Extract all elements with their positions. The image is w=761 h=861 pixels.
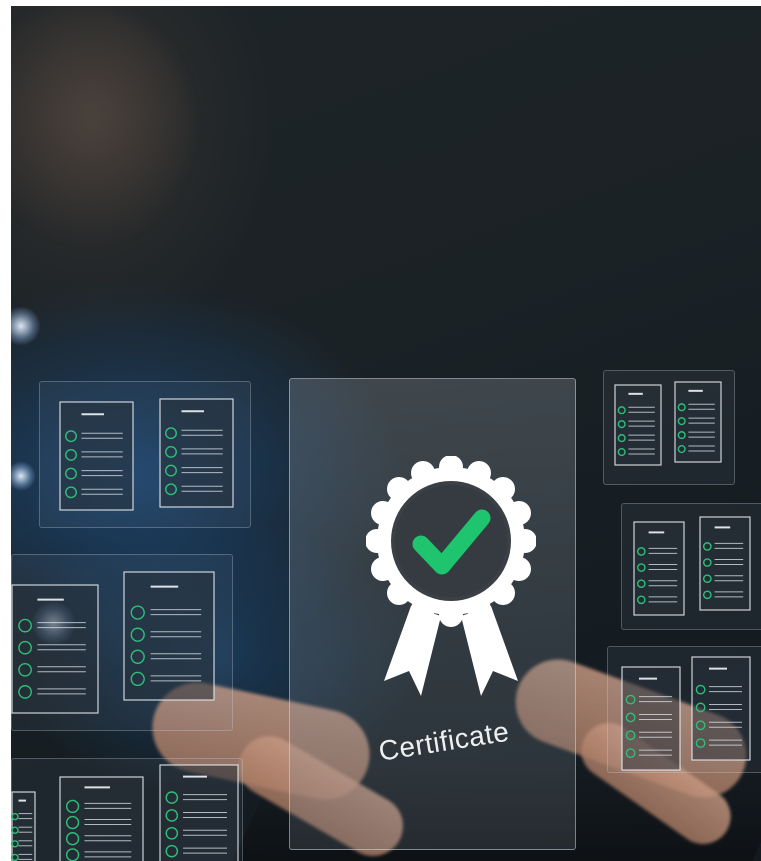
checklist-document-icon [11,791,36,861]
checklist-document-icon [159,398,234,508]
photo: Certificate [11,6,761,861]
blurred-person [11,6,191,246]
checklist-document-icon [621,666,681,771]
checklist-document-icon [159,764,239,861]
image-frame: Certificate [0,0,761,861]
checklist-document-icon [59,401,134,511]
checklist-document-icon [123,571,215,701]
light-glow [11,461,36,491]
light-glow [11,306,41,346]
checklist-document-icon [11,584,99,714]
checklist-document-icon [674,381,722,463]
checklist-document-icon [633,521,685,616]
award-ribbon-checkmark-icon [366,456,536,696]
checklist-document-icon [59,776,144,861]
checklist-document-icon [691,656,751,761]
checklist-document-icon [614,384,662,466]
checklist-document-icon [699,516,751,611]
